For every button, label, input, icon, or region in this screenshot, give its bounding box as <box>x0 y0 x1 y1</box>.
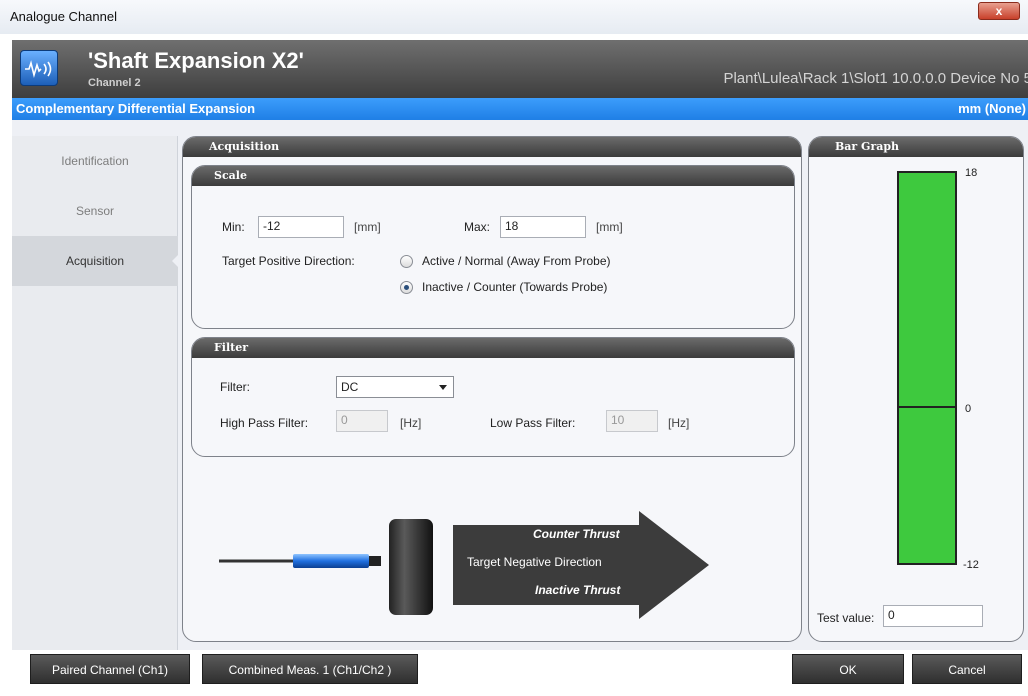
chevron-down-icon <box>439 385 447 390</box>
dialog-content: Identification Sensor Acquisition Acquis… <box>12 120 1028 650</box>
inactive-counter-radio[interactable] <box>400 281 413 294</box>
max-input[interactable]: 18 <box>500 216 586 238</box>
zero-tick-label: 0 <box>965 403 972 415</box>
low-pass-unit: [Hz] <box>668 416 690 430</box>
zero-line <box>899 406 955 408</box>
target-negative-direction-label: Target Negative Direction <box>467 555 602 569</box>
max-label: Max: <box>464 220 491 234</box>
min-unit: [mm] <box>354 220 381 234</box>
inactive-counter-label[interactable]: Inactive / Counter (Towards Probe) <box>422 280 607 294</box>
scale-group-title: Scale <box>192 166 794 186</box>
sidebar-item-identification[interactable]: Identification <box>12 136 178 186</box>
min-tick-label: -12 <box>963 559 979 571</box>
waveform-icon <box>20 50 58 86</box>
close-icon: x <box>995 4 1003 18</box>
high-pass-unit: [Hz] <box>400 416 422 430</box>
thrust-diagram: Counter Thrust Target Negative Direction… <box>183 467 801 641</box>
low-pass-label: Low Pass Filter: <box>490 416 576 430</box>
sidebar: Identification Sensor Acquisition <box>12 136 179 650</box>
test-value-input[interactable]: 0 <box>883 605 983 627</box>
sidebar-item-sensor[interactable]: Sensor <box>12 186 178 236</box>
min-label: Min: <box>222 220 245 234</box>
measurement-unit: mm (None) <box>958 101 1026 116</box>
window-title: Analogue Channel <box>10 9 117 24</box>
channel-header: 'Shaft Expansion X2' Channel 2 Plant\Lul… <box>12 40 1028 98</box>
level-bar <box>897 171 957 565</box>
high-pass-label: High Pass Filter: <box>220 416 309 430</box>
filter-select[interactable]: DC <box>336 376 454 398</box>
sidebar-item-acquisition[interactable]: Acquisition <box>12 236 179 286</box>
scale-group: Scale Min: -12 [mm] Max: 18 [mm] Target … <box>191 165 795 329</box>
active-normal-radio[interactable] <box>400 255 413 268</box>
active-normal-label[interactable]: Active / Normal (Away From Probe) <box>422 254 611 268</box>
counter-thrust-label: Counter Thrust <box>533 527 620 541</box>
high-pass-input[interactable]: 0 <box>336 410 388 432</box>
ok-button[interactable]: OK <box>792 654 904 684</box>
bar-graph-panel: Bar Graph 18 0 -12 Test value: 0 <box>808 136 1024 642</box>
direction-label: Target Positive Direction: <box>222 254 355 268</box>
paired-channel-button[interactable]: Paired Channel (Ch1) <box>30 654 190 684</box>
max-tick-label: 18 <box>965 167 978 179</box>
window-titlebar: Analogue Channel x <box>0 0 1028 34</box>
test-value-label: Test value: <box>817 611 875 625</box>
inactive-thrust-label: Inactive Thrust <box>535 583 621 597</box>
channel-title: 'Shaft Expansion X2' <box>88 48 304 73</box>
low-pass-input[interactable]: 10 <box>606 410 658 432</box>
close-button[interactable]: x <box>978 2 1020 20</box>
min-input[interactable]: -12 <box>258 216 344 238</box>
channel-subtitle: Channel 2 <box>88 77 141 89</box>
device-path: Plant\Lulea\Rack 1\Slot1 10.0.0.0 Device… <box>723 70 1028 87</box>
combined-meas-button[interactable]: Combined Meas. 1 (Ch1/Ch2 ) <box>202 654 418 684</box>
filter-label: Filter: <box>220 380 250 394</box>
filter-group-title: Filter <box>192 338 794 358</box>
acquisition-panel: Acquisition Scale Min: -12 [mm] Max: 18 … <box>182 136 802 642</box>
max-unit: [mm] <box>596 220 623 234</box>
measurement-type-bar: Complementary Differential Expansion mm … <box>12 98 1028 120</box>
cancel-button[interactable]: Cancel <box>912 654 1022 684</box>
bar-graph-title: Bar Graph <box>809 137 1023 157</box>
measurement-type: Complementary Differential Expansion <box>16 101 256 116</box>
acquisition-panel-title: Acquisition <box>183 137 801 157</box>
filter-group: Filter Filter: DC High Pass Filter: 0 [H… <box>191 337 795 457</box>
filter-select-value: DC <box>341 380 359 394</box>
